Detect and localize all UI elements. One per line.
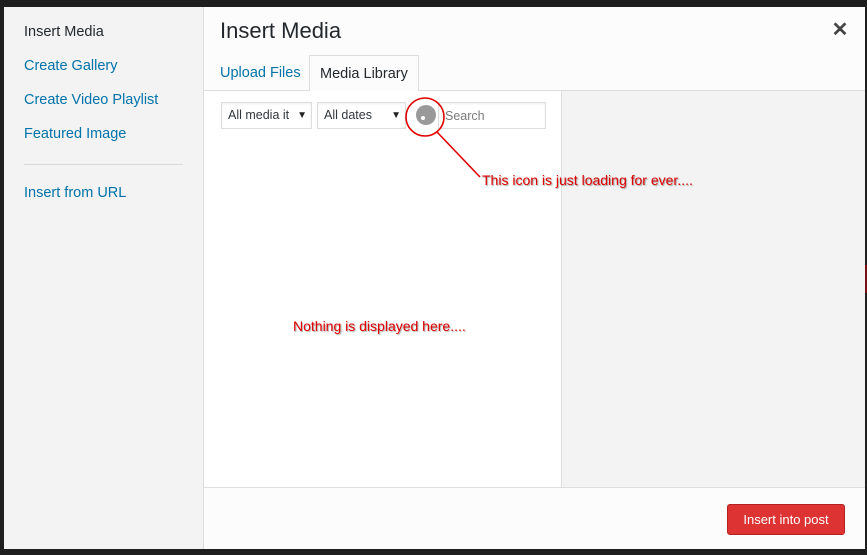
media-type-select[interactable]: All media it ▼ [221,102,312,129]
menu-item-create-video-playlist[interactable]: Create Video Playlist [24,92,158,108]
spinner-dot [421,116,425,120]
menu-item-insert-from-url[interactable]: Insert from URL [24,185,126,201]
tab-upload-files[interactable]: Upload Files [210,55,311,91]
annotation-empty-note: Nothing is displayed here.... [293,318,466,334]
menu-item-create-gallery[interactable]: Create Gallery [24,58,117,74]
loading-spinner-icon [416,105,436,125]
dropdown-arrow-icon: ▼ [391,110,401,121]
attachment-details-sidebar [561,91,865,487]
attachments-browser: All media it ▼ All dates ▼ [204,91,561,487]
media-menu: Insert Media Create Gallery Create Video… [4,7,204,549]
tab-media-library[interactable]: Media Library [309,55,419,91]
menu-item-insert-media[interactable]: Insert Media [24,24,104,40]
date-select-value: All dates [324,108,372,122]
search-input[interactable] [438,102,546,129]
date-select[interactable]: All dates ▼ [317,102,406,129]
modal-title: Insert Media [220,18,342,43]
close-icon[interactable]: ✕ [829,19,851,41]
menu-separator [24,164,183,165]
media-toolbar: Insert into post [204,487,865,549]
insert-into-post-button[interactable]: Insert into post [727,504,845,535]
media-modal: Insert Media Create Gallery Create Video… [4,7,865,549]
annotation-loading-note: This icon is just loading for ever.... [482,172,693,188]
dropdown-arrow-icon: ▼ [297,110,307,121]
media-type-select-value: All media it [228,108,290,122]
menu-item-featured-image[interactable]: Featured Image [24,126,126,142]
